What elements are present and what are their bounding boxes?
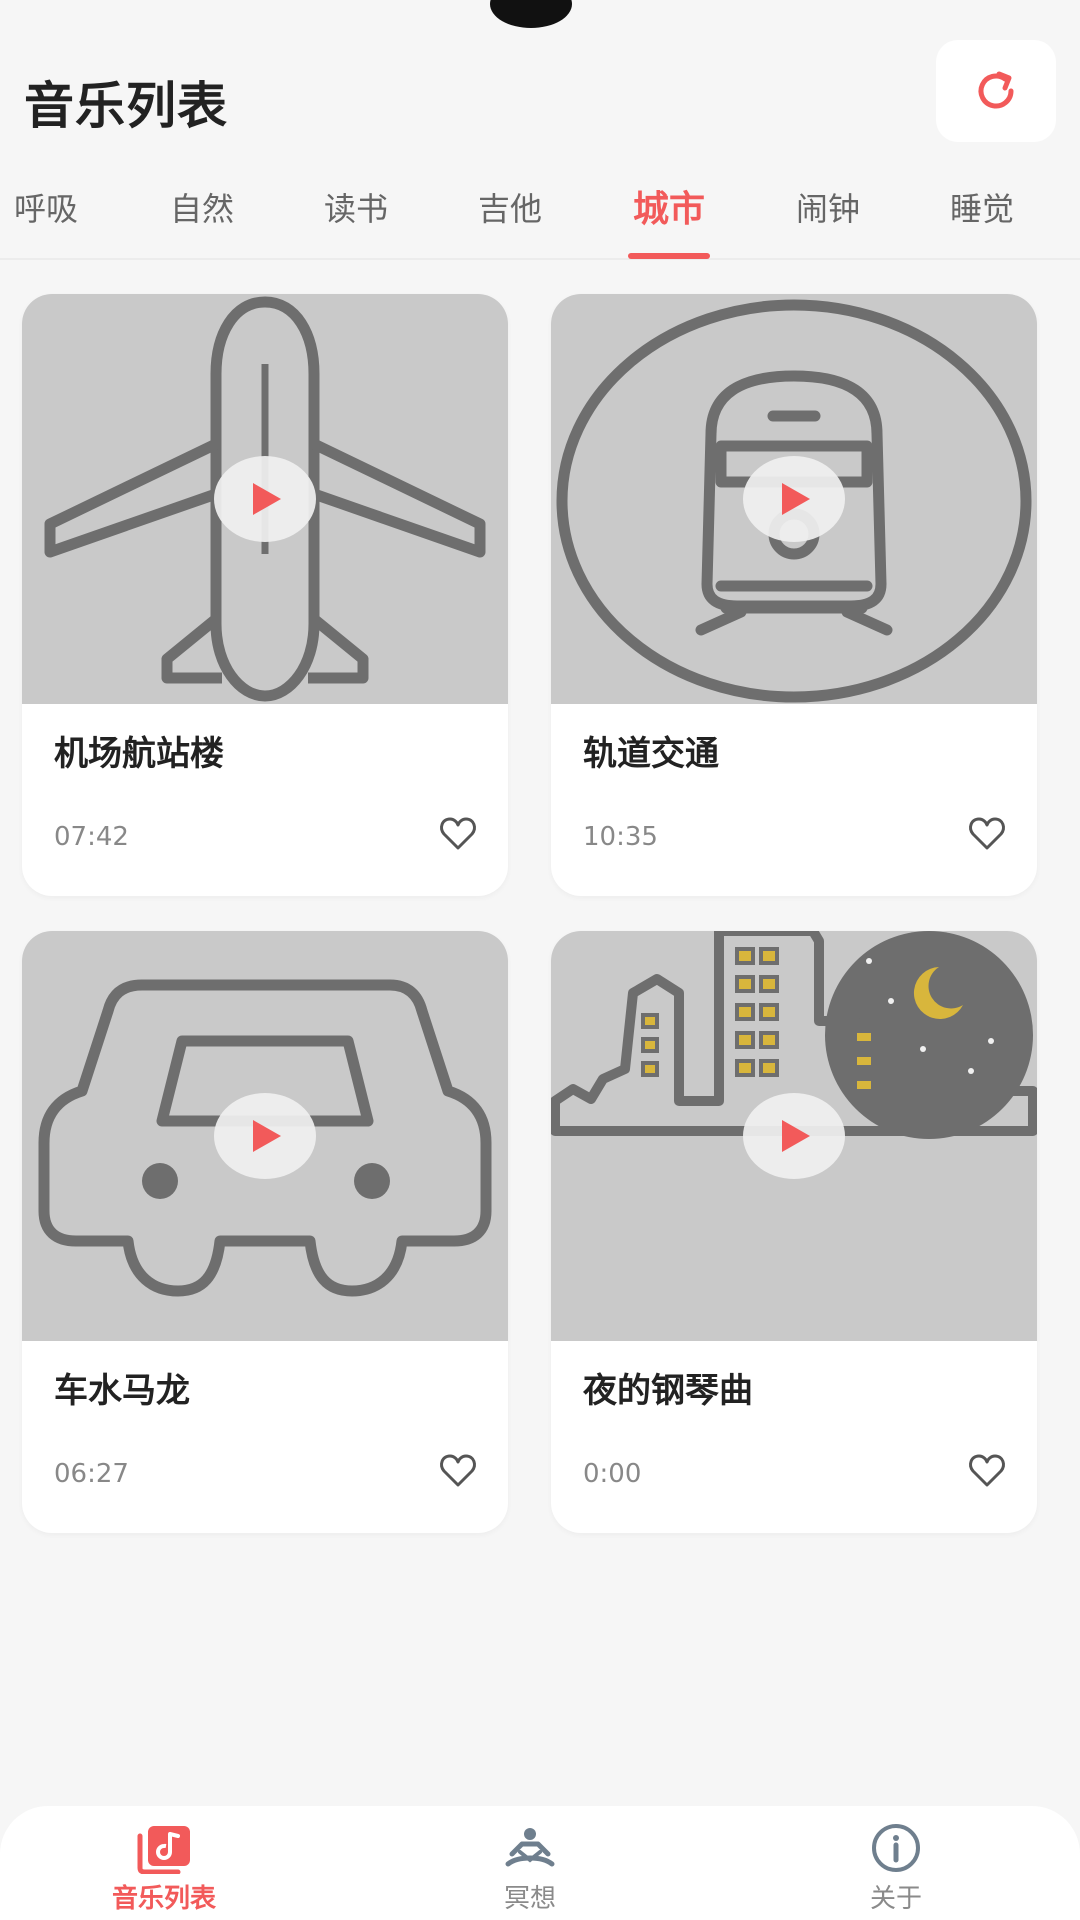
camera-notch <box>490 0 572 28</box>
play-icon <box>253 1120 281 1152</box>
heart-icon[interactable] <box>967 814 1007 854</box>
play-icon <box>782 483 810 515</box>
card-duration: 0:00 <box>583 1459 642 1489</box>
music-card[interactable]: 机场航站楼 07:42 <box>22 294 508 896</box>
nav-label: 音乐列表 <box>111 1884 216 1914</box>
heart-icon[interactable] <box>438 814 478 854</box>
page-title: 音乐列表 <box>24 77 228 135</box>
card-duration: 07:42 <box>54 822 129 852</box>
play-icon <box>253 483 281 515</box>
category-tabs: 呼吸 自然 读书 吉他 城市 闹钟 睡觉 <box>0 170 1080 260</box>
card-image <box>22 931 508 1341</box>
refresh-icon <box>978 71 1014 109</box>
music-card[interactable]: 轨道交通 10:35 <box>551 294 1037 896</box>
tab-nature[interactable]: 自然 <box>142 184 262 230</box>
info-icon <box>872 1824 920 1872</box>
bottom-nav: 音乐列表 冥想 关于 <box>0 1806 1080 1920</box>
tab-city[interactable]: 城市 <box>609 180 729 232</box>
card-duration: 10:35 <box>583 822 658 852</box>
play-icon <box>782 1120 810 1152</box>
card-title: 夜的钢琴曲 <box>583 1371 753 1411</box>
nav-meditation[interactable]: 冥想 <box>430 1824 630 1915</box>
card-image <box>551 931 1037 1341</box>
card-title: 轨道交通 <box>583 734 719 774</box>
nav-label: 冥想 <box>503 1884 556 1914</box>
card-title: 机场航站楼 <box>54 734 224 774</box>
card-duration: 06:27 <box>54 1459 129 1489</box>
play-button[interactable] <box>214 456 316 542</box>
play-button[interactable] <box>743 456 845 542</box>
tab-alarm[interactable]: 闹钟 <box>768 184 888 230</box>
music-card[interactable]: 夜的钢琴曲 0:00 <box>551 931 1037 1533</box>
tab-reading[interactable]: 读书 <box>296 184 416 230</box>
card-title: 车水马龙 <box>54 1371 190 1411</box>
music-library-icon <box>137 1826 190 1874</box>
heart-icon[interactable] <box>438 1451 478 1491</box>
music-card[interactable]: 车水马龙 06:27 <box>22 931 508 1533</box>
meditation-icon <box>505 1828 555 1867</box>
active-tab-indicator <box>628 253 710 259</box>
heart-icon[interactable] <box>967 1451 1007 1491</box>
refresh-button[interactable] <box>936 40 1056 142</box>
nav-label: 关于 <box>869 1884 922 1914</box>
card-image <box>22 294 508 704</box>
play-button[interactable] <box>214 1093 316 1179</box>
tab-guitar[interactable]: 吉他 <box>450 184 570 230</box>
nav-about[interactable]: 关于 <box>796 1824 996 1915</box>
tab-breathing[interactable]: 呼吸 <box>0 184 106 230</box>
play-button[interactable] <box>743 1093 845 1179</box>
header: 音乐列表 <box>0 40 1080 150</box>
card-image <box>551 294 1037 704</box>
nav-music-list[interactable]: 音乐列表 <box>64 1824 264 1915</box>
tab-sleep[interactable]: 睡觉 <box>922 184 1042 230</box>
